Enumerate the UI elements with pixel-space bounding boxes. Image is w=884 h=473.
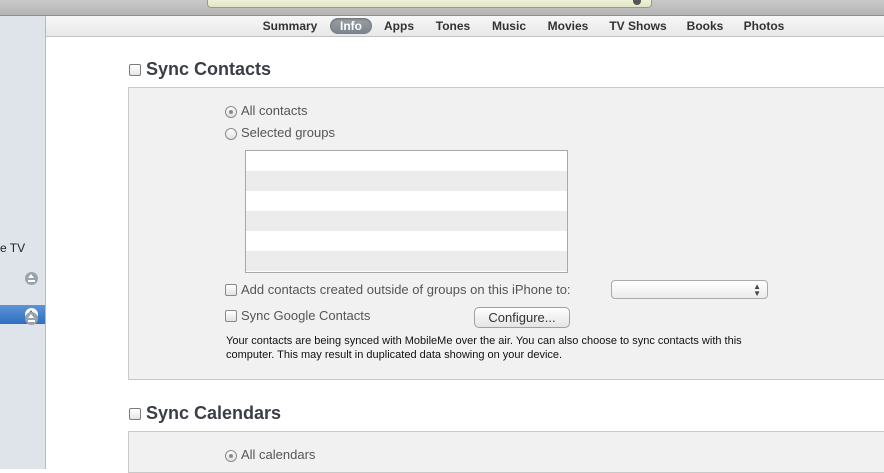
tab-info[interactable]: Info — [330, 18, 372, 34]
tab-tones[interactable]: Tones — [432, 18, 474, 34]
add-outside-groups-label[interactable]: Add contacts created outside of groups o… — [241, 282, 571, 297]
note-line-2: computer. This may result in duplicated … — [226, 349, 563, 361]
status-display — [207, 0, 652, 8]
sync-contacts-checkbox[interactable] — [129, 64, 141, 76]
sync-calendars-panel: All calendars — [128, 431, 884, 473]
add-outside-groups-checkbox[interactable] — [225, 284, 237, 296]
sync-contacts-panel: All contacts Selected groups Add contact… — [128, 87, 884, 380]
all-calendars-label[interactable]: All calendars — [241, 447, 315, 462]
configure-button[interactable]: Configure... — [474, 307, 570, 328]
tab-movies[interactable]: Movies — [544, 18, 592, 34]
tab-photos[interactable]: Photos — [740, 18, 788, 34]
tab-summary[interactable]: Summary — [259, 18, 321, 34]
list-item[interactable] — [246, 171, 567, 191]
note-line-1: Your contacts are being synced with Mobi… — [226, 335, 742, 347]
all-contacts-radio[interactable] — [225, 106, 237, 118]
mobileme-sync-note: Your contacts are being synced with Mobi… — [226, 334, 826, 362]
eject-icon[interactable] — [25, 272, 38, 285]
groups-list[interactable] — [245, 150, 568, 273]
list-item[interactable] — [246, 191, 567, 211]
list-item[interactable] — [246, 231, 567, 251]
info-pane: Sync Contacts All contacts Selected grou… — [46, 37, 884, 473]
list-item[interactable] — [246, 151, 567, 171]
eject-icon[interactable] — [25, 312, 38, 325]
select-arrows-icon: ▲ ▼ — [753, 282, 761, 298]
sync-calendars-checkbox[interactable] — [129, 408, 141, 420]
sync-contacts-title[interactable]: Sync Contacts — [146, 59, 271, 80]
apple-logo-icon — [633, 0, 641, 5]
selected-groups-label[interactable]: Selected groups — [241, 125, 335, 140]
all-calendars-radio[interactable] — [225, 450, 237, 462]
tab-music[interactable]: Music — [488, 18, 530, 34]
sidebar-item-label[interactable]: e TV — [0, 241, 25, 255]
list-item[interactable] — [246, 251, 567, 271]
all-contacts-label[interactable]: All contacts — [241, 103, 307, 118]
tab-books[interactable]: Books — [684, 18, 726, 34]
sidebar-item-selected[interactable] — [0, 305, 45, 324]
device-tab-bar: Summary Info Apps Tones Music Movies TV … — [46, 16, 884, 37]
selected-groups-radio[interactable] — [225, 128, 237, 140]
sync-google-contacts-checkbox[interactable] — [225, 310, 237, 322]
list-item[interactable] — [246, 211, 567, 231]
tab-apps[interactable]: Apps — [380, 18, 418, 34]
group-select[interactable]: ▲ ▼ — [611, 280, 768, 299]
sync-google-contacts-label[interactable]: Sync Google Contacts — [241, 308, 370, 323]
tab-tv-shows[interactable]: TV Shows — [606, 18, 670, 34]
sync-calendars-title[interactable]: Sync Calendars — [146, 403, 281, 424]
sidebar: e TV — [0, 16, 46, 469]
top-toolbar — [0, 0, 884, 16]
